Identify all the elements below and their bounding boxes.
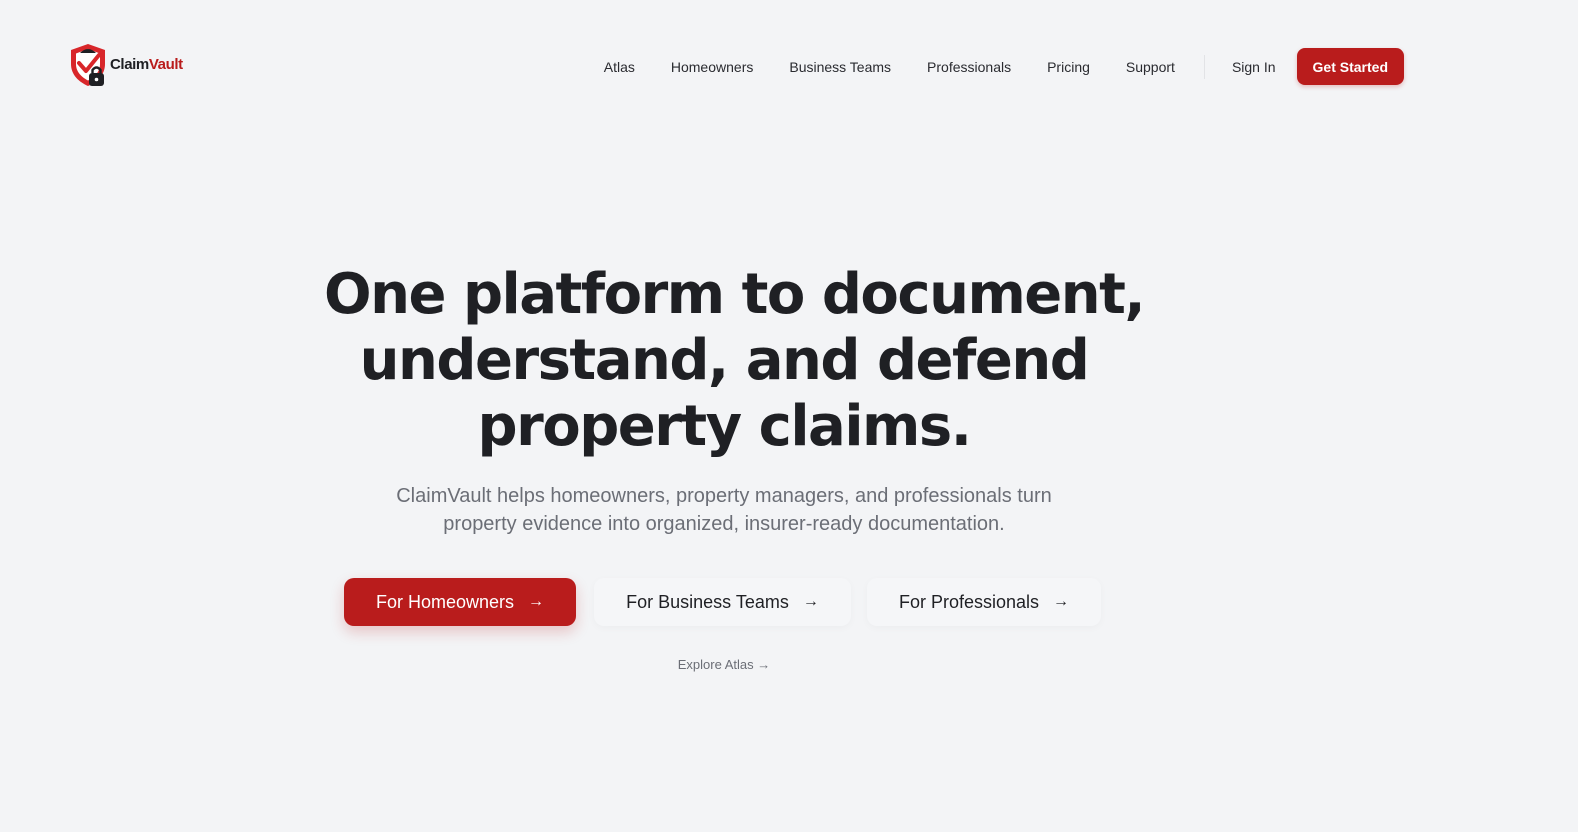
shield-lock-icon <box>71 44 105 86</box>
sign-in-link[interactable]: Sign In <box>1232 59 1276 75</box>
hero-subtitle-line: property evidence into organized, insure… <box>443 513 1005 535</box>
cta-label: For Professionals <box>898 591 1040 612</box>
nav-item-pricing[interactable]: Pricing <box>1047 59 1090 75</box>
cta-row: For Homeowners → For Business Teams → Fo… <box>344 578 1101 626</box>
nav-item-professionals[interactable]: Professionals <box>927 59 1011 75</box>
hero-title: One platform to document, understand, an… <box>324 262 1146 460</box>
hero-subtitle: ClaimVault helps homeowners, property ma… <box>324 482 1124 538</box>
nav-item-business-teams[interactable]: Business Teams <box>789 59 891 75</box>
get-started-button[interactable]: Get Started <box>1296 48 1404 85</box>
nav-item-homeowners[interactable]: Homeowners <box>671 59 753 75</box>
brand-name-claim: Claim <box>110 55 149 73</box>
brand-name: ClaimVault <box>110 56 183 73</box>
hero-subtitle-line: ClaimVault helps homeowners, property ma… <box>396 485 1052 507</box>
top-nav: Atlas Homeowners Business Teams Professi… <box>604 48 1404 85</box>
for-professionals-button[interactable]: For Professionals → <box>867 578 1101 626</box>
arrow-right-icon: → <box>802 593 819 610</box>
hero-title-line: One platform to document, <box>324 262 1146 327</box>
logo-link[interactable]: ClaimVault <box>68 42 183 90</box>
for-business-teams-button[interactable]: For Business Teams → <box>594 578 851 626</box>
explore-row: Explore Atlas → <box>0 657 1448 672</box>
arrow-right-icon: → <box>528 593 545 610</box>
explore-atlas-link[interactable]: Explore Atlas → <box>678 657 771 672</box>
nav-item-atlas[interactable]: Atlas <box>604 59 635 75</box>
nav-item-support[interactable]: Support <box>1126 59 1175 75</box>
brand-name-vault: Vault <box>148 55 183 73</box>
nav-divider <box>1203 54 1205 79</box>
hero-section: One platform to document, understand, an… <box>324 262 1146 538</box>
arrow-right-icon: → <box>1053 593 1070 610</box>
hero-title-line: understand, and defend <box>359 328 1090 393</box>
for-homeowners-button[interactable]: For Homeowners → <box>344 578 576 626</box>
cta-label: For Business Teams <box>626 591 789 612</box>
cta-label: For Homeowners <box>375 591 515 612</box>
hero-title-line: property claims. <box>477 394 972 459</box>
